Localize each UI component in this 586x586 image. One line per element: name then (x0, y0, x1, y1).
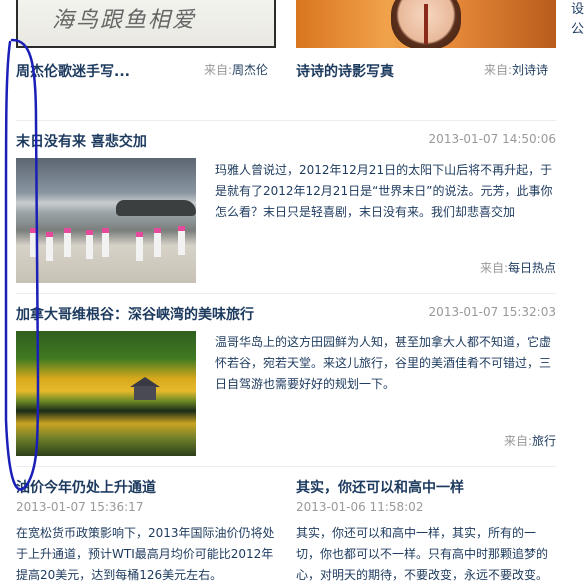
hair-ornament (424, 4, 428, 44)
article-image-lake[interactable] (16, 331, 196, 456)
top-card-image-handwriting[interactable]: 海鸟跟鱼相爱 (16, 0, 276, 48)
top-card-title-1[interactable]: 周杰伦歌迷手写... (16, 61, 130, 81)
bottom-card-summary-2: 其实，你还可以和高中一样，其实，所有的一切，你也都可以不一样。只有高中时那颗追梦… (296, 526, 549, 582)
clipped-text-1: 设 (571, 2, 585, 17)
person (102, 228, 109, 257)
bottom-card-date-1: 2013-01-07 15:36:17 (16, 500, 144, 514)
handwritten-note: 海鸟跟鱼相爱 (52, 8, 197, 33)
top-card-source-2: 来自:刘诗诗 (484, 61, 548, 78)
cabin (134, 386, 156, 400)
source-link[interactable]: 刘诗诗 (512, 63, 548, 77)
article-summary-1: 玛雅人曾说过，2012年12月21日的太阳下山后将不再升起，于是就有了2012年… (215, 163, 553, 219)
article-source-2: 来自:旅行 (504, 432, 556, 449)
bottom-card-title-2[interactable]: 其实，你还可以和高中一样 (296, 477, 464, 497)
article-date-2: 2013-01-07 15:32:03 (428, 305, 556, 319)
article-source-1: 来自:每日热点 (480, 259, 556, 276)
source-label: 来自: (204, 63, 233, 77)
article-date-1: 2013-01-07 14:50:06 (428, 132, 556, 146)
top-card-image-portrait[interactable] (296, 0, 556, 48)
bottom-card-title-1[interactable]: 油价今年仍处上升通道 (16, 477, 156, 497)
article-title-2[interactable]: 加拿大哥维根谷：深谷峡湾的美味旅行 (16, 304, 254, 324)
divider (16, 293, 556, 294)
person (154, 228, 161, 257)
top-card-source-1: 来自:周杰伦 (204, 61, 268, 78)
person (178, 226, 185, 255)
clipped-text-2: 公 (571, 22, 585, 37)
top-card-title-2[interactable]: 诗诗的诗影写真 (296, 61, 394, 81)
person (64, 228, 71, 257)
person (46, 232, 53, 261)
person (86, 230, 93, 259)
rocks (116, 200, 196, 216)
divider (16, 466, 556, 467)
article-image-beach[interactable] (16, 158, 196, 283)
bottom-card-summary-1: 在宽松货币政策影响下，2013年国际油价仍将处于上升通道，预计WTI最高月均价可… (16, 526, 275, 582)
article-summary-2: 温哥华岛上的这方田园鲜为人知，甚至加拿大人都不知道，它虚怀若谷，宛若天堂。来这儿… (215, 335, 552, 391)
source-label: 来自: (479, 261, 508, 275)
article-title-1[interactable]: 末日没有来 喜悲交加 (16, 131, 147, 151)
source-link[interactable]: 旅行 (532, 434, 556, 448)
person (136, 232, 143, 261)
person (30, 228, 37, 257)
source-label: 来自: (503, 434, 532, 448)
source-label: 来自: (484, 63, 513, 77)
source-link[interactable]: 每日热点 (508, 261, 556, 275)
bottom-card-date-2: 2013-01-06 11:58:02 (296, 500, 424, 514)
divider (16, 120, 556, 121)
source-link[interactable]: 周杰伦 (232, 63, 268, 77)
